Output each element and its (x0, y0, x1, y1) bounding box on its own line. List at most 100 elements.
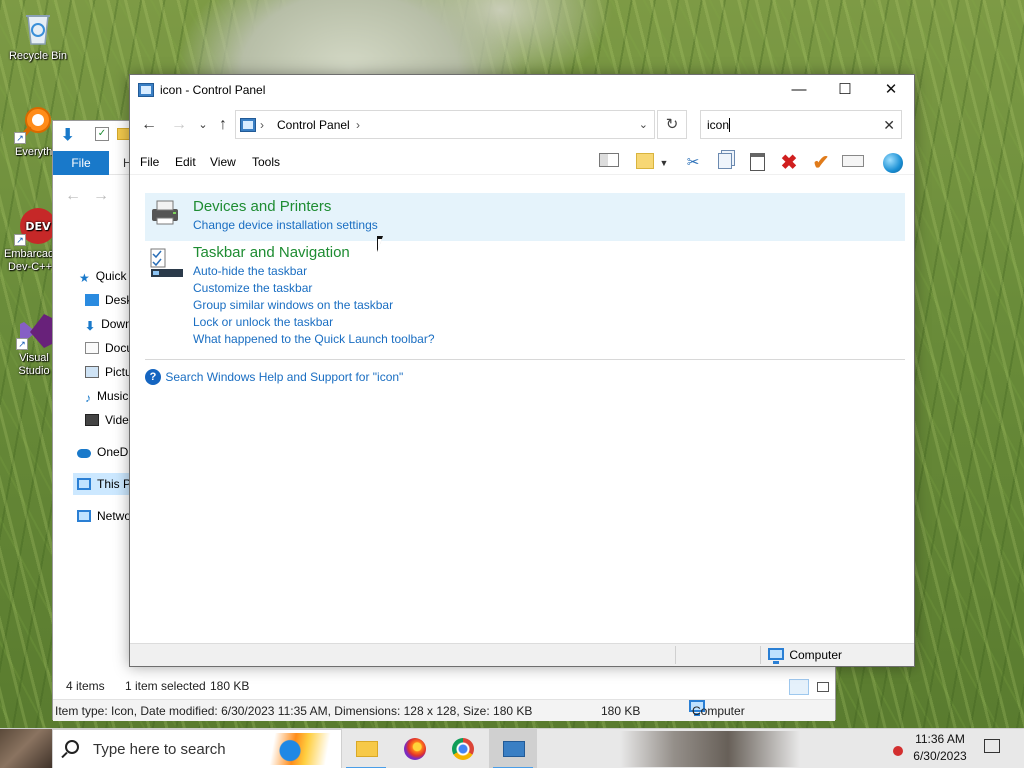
thumbnail-icon (817, 682, 829, 692)
taskbar-control-panel[interactable] (489, 729, 537, 768)
nav-item-desktop[interactable]: Desktop (85, 289, 133, 311)
start-button[interactable] (0, 729, 52, 768)
menu-view[interactable]: View (210, 151, 236, 173)
menu-tools[interactable]: Tools (252, 151, 280, 173)
preview-pane-icon[interactable] (598, 153, 620, 173)
desktop-icon-recycle-bin[interactable]: Recycle Bin (0, 8, 76, 63)
downloads-icon: ⬇ (85, 319, 96, 333)
globe-icon[interactable] (882, 153, 904, 173)
task-link[interactable]: Group similar windows on the taskbar (193, 297, 393, 314)
recent-locations-button[interactable]: ⌄ (192, 113, 214, 137)
maximize-button[interactable]: ☐ (822, 75, 868, 105)
help-search-link[interactable]: Search Windows Help and Support for "ico… (165, 370, 403, 384)
refresh-button[interactable]: ↻ (657, 110, 687, 139)
large-icons-view-button[interactable] (813, 679, 833, 695)
nav-item-network[interactable]: Network (77, 505, 133, 527)
details-bar: Item type: Icon, Date modified: 6/30/202… (53, 699, 835, 721)
visual-studio-icon: ↗ (16, 310, 56, 350)
printer-icon (149, 197, 183, 227)
shortcut-arrow-icon: ↗ (14, 132, 26, 144)
details-view-button[interactable] (789, 679, 809, 695)
nav-item-onedrive[interactable]: OneDrive (77, 441, 133, 463)
nav-item-quick-access[interactable]: ★Quick access (79, 265, 133, 287)
shortcut-arrow-icon: ↗ (14, 234, 26, 246)
music-note-icon: ♪ (85, 391, 91, 405)
chevron-down-icon[interactable]: ▼ (658, 153, 670, 173)
control-panel-window[interactable]: icon - Control Panel — ☐ ✕ ← → ⌄ ↑ › Con… (129, 74, 915, 667)
control-panel-icon (138, 83, 154, 97)
nav-item-downloads[interactable]: ⬇Downloads (85, 313, 133, 335)
help-search-row[interactable]: ? Search Windows Help and Support for "i… (145, 369, 403, 387)
up-button[interactable]: ↑ (212, 113, 234, 137)
nav-item-music[interactable]: ♪ Music (85, 385, 133, 407)
nav-item-this-pc[interactable]: This PC (73, 473, 133, 495)
properties-checkbox-icon[interactable]: ✓ (95, 127, 109, 141)
text-caret (729, 118, 731, 132)
search-query: icon (707, 118, 730, 132)
mouse-cursor-fill (378, 239, 382, 250)
menu-bar: File Edit View Tools ▼ ✂ ✖ ✔ (130, 151, 914, 175)
chevron-right-icon[interactable]: › (356, 111, 360, 139)
cloud-icon (77, 449, 91, 458)
result-taskbar-and-navigation[interactable]: Taskbar and Navigation Auto-hide the tas… (145, 243, 905, 351)
nav-item-documents[interactable]: Documents (85, 337, 133, 359)
taskbar-chrome[interactable] (438, 729, 486, 768)
status-divider (675, 646, 676, 664)
back-arrow-icon[interactable]: ← (65, 187, 81, 205)
status-location: Computer (768, 644, 842, 667)
action-center-icon[interactable] (984, 739, 1000, 753)
download-arrow-icon[interactable]: ⬇ (61, 125, 74, 145)
task-link[interactable]: Auto-hide the taskbar (193, 263, 307, 280)
task-link[interactable]: What happened to the Quick Launch toolba… (193, 331, 435, 348)
pictures-icon (85, 366, 99, 378)
taskbar-search-placeholder: Type here to search (93, 741, 226, 758)
search-input[interactable]: icon ✕ (700, 110, 902, 139)
control-panel-icon (503, 741, 525, 757)
task-link[interactable]: Change device installation settings (193, 217, 378, 234)
computer-icon (77, 478, 91, 490)
notification-alert-icon[interactable] (893, 746, 903, 756)
firefox-icon (404, 738, 426, 760)
menu-file[interactable]: File (140, 151, 159, 173)
chevron-down-icon[interactable]: ⌄ (639, 111, 648, 139)
divider (145, 359, 905, 360)
nav-item-videos[interactable]: Videos (85, 409, 133, 431)
title-bar[interactable]: icon - Control Panel — ☐ ✕ (130, 75, 914, 105)
back-button[interactable]: ← (138, 113, 160, 137)
breadcrumb-control-panel[interactable]: Control Panel (277, 111, 350, 139)
forward-button[interactable]: → (168, 113, 190, 137)
rename-icon[interactable] (842, 153, 864, 173)
taskbar-file-explorer[interactable] (342, 729, 390, 768)
task-link[interactable]: Lock or unlock the taskbar (193, 314, 333, 331)
clear-search-button[interactable]: ✕ (883, 111, 895, 139)
paste-icon[interactable] (746, 153, 768, 173)
menu-edit[interactable]: Edit (175, 151, 196, 173)
system-clock[interactable]: 11:36 AM 6/30/2023 (905, 731, 975, 765)
properties-check-icon[interactable]: ✔ (810, 153, 832, 173)
file-size-text: 180 KB (601, 704, 641, 718)
task-link[interactable]: Customize the taskbar (193, 280, 312, 297)
address-bar[interactable]: › Control Panel › ⌄ (235, 110, 655, 139)
forward-arrow-icon[interactable]: → (93, 187, 109, 205)
taskbar: Type here to search 11:36 AM 6/30/2023 (0, 728, 1024, 768)
star-icon: ★ (79, 271, 90, 285)
chevron-right-icon[interactable]: › (260, 111, 264, 139)
clock-date: 6/30/2023 (913, 749, 967, 763)
copy-icon[interactable] (714, 153, 736, 173)
devcpp-icon: DEV ↗ (14, 206, 56, 246)
close-button[interactable]: ✕ (868, 75, 914, 105)
nav-item-pictures[interactable]: Pictures (85, 361, 133, 383)
taskbar-background-image (620, 731, 800, 767)
folder-options-icon[interactable] (634, 153, 656, 173)
tab-file[interactable]: File (53, 151, 109, 175)
taskbar-firefox[interactable] (390, 729, 438, 768)
delete-icon[interactable]: ✖ (778, 153, 800, 173)
recycle-bin-icon (18, 8, 58, 48)
desktop-folder-icon (85, 294, 99, 306)
result-title[interactable]: Taskbar and Navigation (193, 243, 350, 263)
minimize-button[interactable]: — (776, 75, 822, 105)
chrome-icon (452, 738, 474, 760)
result-devices-and-printers[interactable]: Devices and Printers Change device insta… (145, 193, 905, 241)
result-title[interactable]: Devices and Printers (193, 197, 331, 217)
cut-icon[interactable]: ✂ (682, 153, 704, 173)
